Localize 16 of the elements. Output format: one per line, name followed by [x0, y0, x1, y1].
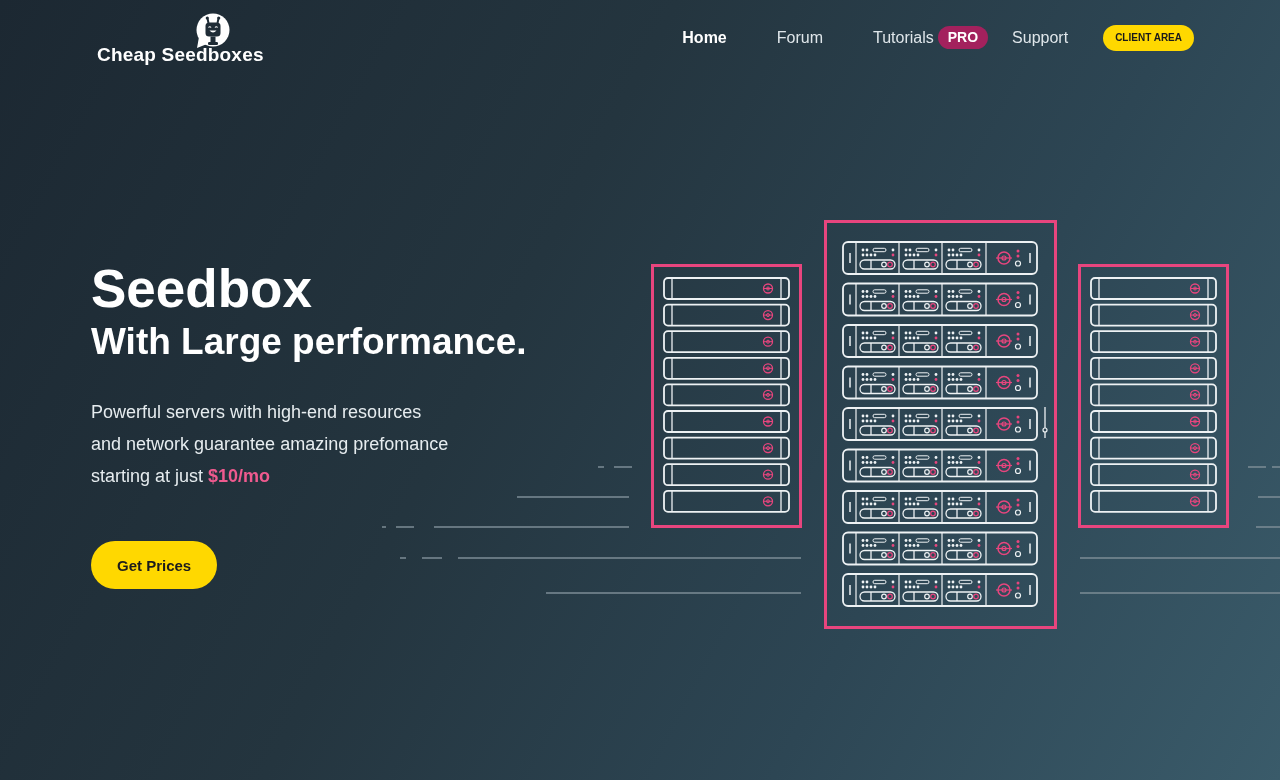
motion-line	[1255, 526, 1280, 528]
motion-line	[597, 466, 633, 468]
get-prices-button[interactable]: Get Prices	[91, 541, 218, 589]
client-area-button[interactable]: CLIENT AREA	[1103, 24, 1194, 51]
logo-link[interactable]: Cheap Seedboxes	[97, 10, 264, 65]
motion-line	[1247, 466, 1280, 468]
hero-subtitle: With Large performance.	[91, 320, 527, 364]
nav-link[interactable]: Tutorials	[873, 28, 934, 47]
nav-link[interactable]: Forum	[776, 28, 823, 47]
robot-chat-icon	[194, 12, 230, 48]
nav-link[interactable]: Home	[682, 28, 727, 47]
hero-description: Powerful servers with high-end resources and network guarantee amazing prefomance starting at just $10/mo	[91, 401, 449, 488]
hero-title: Seedbox	[91, 258, 312, 320]
nav-link[interactable]: Support	[1012, 28, 1069, 47]
pro-badge: PRO	[937, 26, 989, 49]
motion-line	[1257, 496, 1280, 498]
